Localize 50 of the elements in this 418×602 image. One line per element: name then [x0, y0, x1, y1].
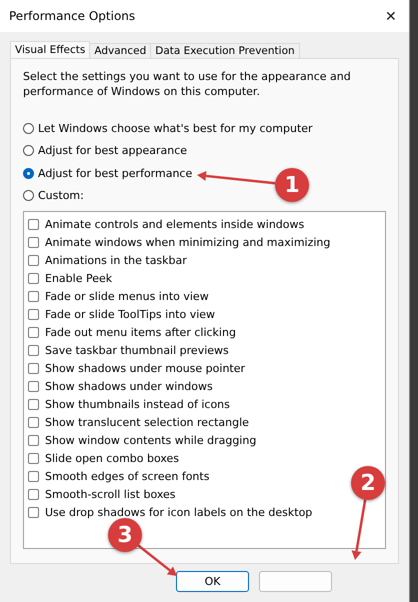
option-label: Let Windows choose what's best for my computer [38, 122, 313, 135]
effect-label: Save taskbar thumbnail previews [45, 344, 229, 356]
tab[interactable]: Data Execution Prevention [150, 43, 300, 58]
checkbox[interactable] [28, 506, 39, 518]
effect-label: Animate controls and elements inside windows [45, 218, 304, 230]
effect-label: Show shadows under mouse pointer [45, 362, 246, 374]
effect-label: Show window contents while dragging [45, 434, 256, 446]
checkbox[interactable] [28, 236, 39, 248]
option-label: Adjust for best appearance [38, 144, 188, 158]
radio-button[interactable] [23, 168, 34, 179]
checkbox[interactable] [28, 290, 39, 302]
effect-label: Fade or slide menus into view [45, 290, 209, 302]
effect-label: Fade or slide ToolTips into view [45, 308, 216, 320]
checkbox[interactable] [28, 254, 39, 266]
tab[interactable]: Visual Effects [10, 41, 90, 58]
description-text: Select the settings you want to use for the appearance and performance of Windows on this computer. [23, 69, 352, 99]
checkbox[interactable] [28, 380, 39, 392]
effect-label: Animations in the taskbar [45, 254, 187, 266]
callout-arrow [138, 544, 177, 576]
effect-label: Smooth edges of screen fonts [45, 470, 210, 482]
callout-arrow [352, 500, 366, 560]
radio-button[interactable] [23, 122, 34, 134]
checkbox[interactable] [28, 326, 39, 338]
effect-label: Show translucent selection rectangle [45, 416, 249, 428]
radio-button[interactable] [23, 190, 34, 202]
checkbox[interactable] [28, 452, 39, 464]
checkbox[interactable] [28, 218, 39, 230]
checkbox[interactable] [28, 416, 39, 428]
option-label: Adjust for best performance [38, 166, 192, 180]
effect-label: Slide open combo boxes [45, 452, 180, 464]
effect-label: Enable Peek [45, 272, 112, 284]
checkbox[interactable] [28, 470, 39, 482]
effect-label: Use drop shadows for icon labels on the desktop [45, 506, 312, 518]
option-label: Custom: [38, 189, 84, 202]
effect-label: Animate windows when minimizing and maximizing [45, 236, 330, 248]
checkbox[interactable] [28, 272, 39, 284]
effect-label: Fade out menu items after clicking [45, 326, 236, 338]
checkbox[interactable] [28, 434, 39, 446]
checkbox[interactable] [28, 344, 39, 356]
effect-label: Smooth-scroll list boxes [45, 488, 176, 500]
checkbox[interactable] [28, 488, 39, 500]
window-title: Performance Options [9, 9, 136, 23]
close-button[interactable]: ✕ [383, 8, 399, 24]
checkbox[interactable] [28, 362, 39, 374]
effect-label: Show shadows under windows [45, 380, 213, 392]
radio-button[interactable] [23, 145, 34, 156]
ok-button[interactable]: OK [176, 571, 249, 592]
effect-label: Show thumbnails instead of icons [45, 398, 230, 410]
checkbox[interactable] [28, 398, 39, 410]
checkbox[interactable] [28, 308, 39, 320]
